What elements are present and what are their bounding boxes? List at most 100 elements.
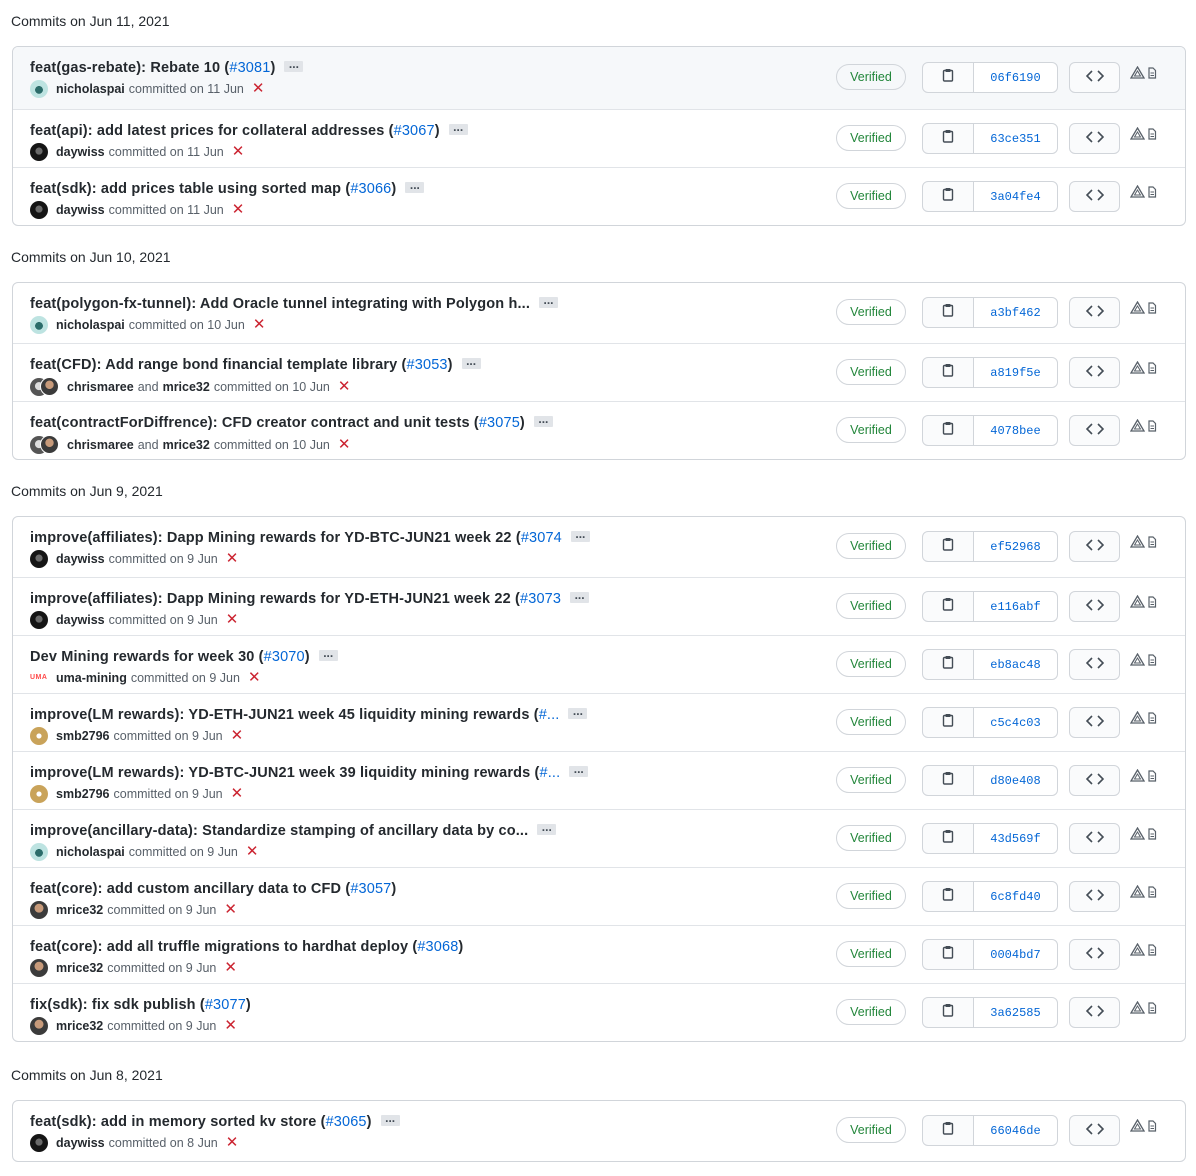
alert-icon-group[interactable] <box>1129 942 1157 959</box>
commit-message[interactable]: Dev Mining rewards for week 30 ( <box>30 649 264 665</box>
expand-message-button[interactable] <box>570 585 590 605</box>
commit-title[interactable]: feat(core): add all truffle migrations t… <box>30 937 463 957</box>
pull-request-link[interactable]: #3067 <box>394 123 435 139</box>
expand-message-button[interactable] <box>318 643 338 663</box>
copy-sha-button[interactable] <box>923 882 974 911</box>
avatar[interactable] <box>30 901 48 919</box>
author-link[interactable]: mrice32 <box>56 1017 103 1035</box>
avatar[interactable] <box>40 435 59 454</box>
browse-repo-button[interactable] <box>1069 765 1120 796</box>
author-link[interactable]: daywiss <box>56 1134 105 1152</box>
commit-message[interactable]: improve(ancillary-data): Standardize sta… <box>30 823 528 839</box>
alert-icon-group[interactable] <box>1129 126 1157 143</box>
x-icon[interactable]: ✕ <box>224 902 237 917</box>
commit-title[interactable]: feat(polygon-fx-tunnel): Add Oracle tunn… <box>30 290 559 314</box>
avatar[interactable] <box>30 80 48 98</box>
commit-message[interactable]: feat(gas-rebate): Rebate 10 ( <box>30 60 229 76</box>
commit-sha-link[interactable]: 3a62585 <box>974 998 1057 1027</box>
copy-sha-button[interactable] <box>923 766 974 795</box>
alert-icon-group[interactable] <box>1129 768 1157 785</box>
commit-title[interactable]: Dev Mining rewards for week 30 (#3070) <box>30 643 338 667</box>
x-icon[interactable]: ✕ <box>252 81 265 96</box>
pull-request-link[interactable]: #3066 <box>350 181 391 197</box>
commit-title[interactable]: improve(LM rewards): YD-BTC-JUN21 week 3… <box>30 759 589 783</box>
verified-badge[interactable]: Verified <box>836 767 906 793</box>
expand-message-button[interactable] <box>569 759 589 779</box>
commit-message[interactable]: feat(api): add latest prices for collate… <box>30 123 394 139</box>
commit-title[interactable]: feat(gas-rebate): Rebate 10 (#3081) <box>30 54 304 78</box>
pull-request-link[interactable]: #3065 <box>326 1114 367 1130</box>
alert-icon-group[interactable] <box>1129 360 1157 377</box>
commit-message[interactable]: feat(core): add all truffle migrations t… <box>30 939 417 955</box>
avatar[interactable] <box>30 785 48 803</box>
verified-badge[interactable]: Verified <box>836 593 906 619</box>
author-link[interactable]: smb2796 <box>56 785 110 803</box>
copy-sha-button[interactable] <box>923 532 974 561</box>
commit-sha-link[interactable]: 6c8fd40 <box>974 882 1057 911</box>
copy-sha-button[interactable] <box>923 182 974 211</box>
author-link[interactable]: daywiss <box>56 611 105 629</box>
x-icon[interactable]: ✕ <box>338 437 351 452</box>
commit-message[interactable]: feat(contractForDiffrence): CFD creator … <box>30 415 479 431</box>
pull-request-link[interactable]: #3057 <box>350 881 391 897</box>
verified-badge[interactable]: Verified <box>836 125 906 151</box>
commit-sha-link[interactable]: 63ce351 <box>974 124 1057 153</box>
commit-title[interactable]: improve(affiliates): Dapp Mining rewards… <box>30 524 590 548</box>
verified-badge[interactable]: Verified <box>836 999 906 1025</box>
copy-sha-button[interactable] <box>923 358 974 387</box>
commit-sha-link[interactable]: a3bf462 <box>974 298 1057 327</box>
verified-badge[interactable]: Verified <box>836 417 906 443</box>
alert-icon-group[interactable] <box>1129 1118 1157 1135</box>
copy-sha-button[interactable] <box>923 298 974 327</box>
avatar[interactable] <box>40 377 59 396</box>
x-icon[interactable]: ✕ <box>232 144 245 159</box>
author-link[interactable]: smb2796 <box>56 727 110 745</box>
copy-sha-button[interactable] <box>923 824 974 853</box>
copy-sha-button[interactable] <box>923 940 974 969</box>
author-link[interactable]: mrice32 <box>163 378 210 396</box>
commit-title[interactable]: feat(sdk): add in memory sorted kv store… <box>30 1108 400 1132</box>
avatar[interactable] <box>30 143 48 161</box>
browse-repo-button[interactable] <box>1069 881 1120 912</box>
browse-repo-button[interactable] <box>1069 415 1120 446</box>
browse-repo-button[interactable] <box>1069 1115 1120 1146</box>
alert-icon-group[interactable] <box>1129 1000 1157 1017</box>
avatar[interactable] <box>30 611 48 629</box>
verified-badge[interactable]: Verified <box>836 941 906 967</box>
x-icon[interactable]: ✕ <box>248 670 261 685</box>
alert-icon-group[interactable] <box>1129 710 1157 727</box>
pull-request-link[interactable]: #3053 <box>407 357 448 373</box>
verified-badge[interactable]: Verified <box>836 825 906 851</box>
commit-sha-link[interactable]: d80e408 <box>974 766 1057 795</box>
verified-badge[interactable]: Verified <box>836 359 906 385</box>
commit-message[interactable]: improve(affiliates): Dapp Mining rewards… <box>30 530 521 546</box>
alert-icon-group[interactable] <box>1129 65 1157 82</box>
pull-request-link[interactable]: #3068 <box>417 939 458 955</box>
alert-icon-group[interactable] <box>1129 652 1157 669</box>
commit-sha-link[interactable]: 66046de <box>974 1116 1057 1145</box>
author-link[interactable]: chrismaree <box>67 436 134 454</box>
author-link[interactable]: nicholaspai <box>56 843 125 861</box>
avatar[interactable] <box>30 550 48 568</box>
commit-title[interactable]: improve(affiliates): Dapp Mining rewards… <box>30 585 590 609</box>
author-link[interactable]: nicholaspai <box>56 316 125 334</box>
verified-badge[interactable]: Verified <box>836 651 906 677</box>
pull-request-link[interactable]: #3077 <box>205 997 246 1013</box>
commit-message[interactable]: improve(LM rewards): YD-ETH-JUN21 week 4… <box>30 707 539 723</box>
x-icon[interactable]: ✕ <box>224 1018 237 1033</box>
browse-repo-button[interactable] <box>1069 181 1120 212</box>
commit-sha-link[interactable]: 0004bd7 <box>974 940 1057 969</box>
verified-badge[interactable]: Verified <box>836 709 906 735</box>
pull-request-link[interactable]: #... <box>539 707 560 723</box>
commit-title[interactable]: improve(LM rewards): YD-ETH-JUN21 week 4… <box>30 701 588 725</box>
commit-message[interactable]: improve(LM rewards): YD-BTC-JUN21 week 3… <box>30 765 540 781</box>
copy-sha-button[interactable] <box>923 1116 974 1145</box>
pull-request-link[interactable]: #... <box>540 765 561 781</box>
author-link[interactable]: mrice32 <box>56 901 103 919</box>
avatar[interactable] <box>30 1017 48 1035</box>
copy-sha-button[interactable] <box>923 124 974 153</box>
browse-repo-button[interactable] <box>1069 357 1120 388</box>
x-icon[interactable]: ✕ <box>246 844 259 859</box>
verified-badge[interactable]: Verified <box>836 533 906 559</box>
avatar[interactable] <box>30 959 48 977</box>
